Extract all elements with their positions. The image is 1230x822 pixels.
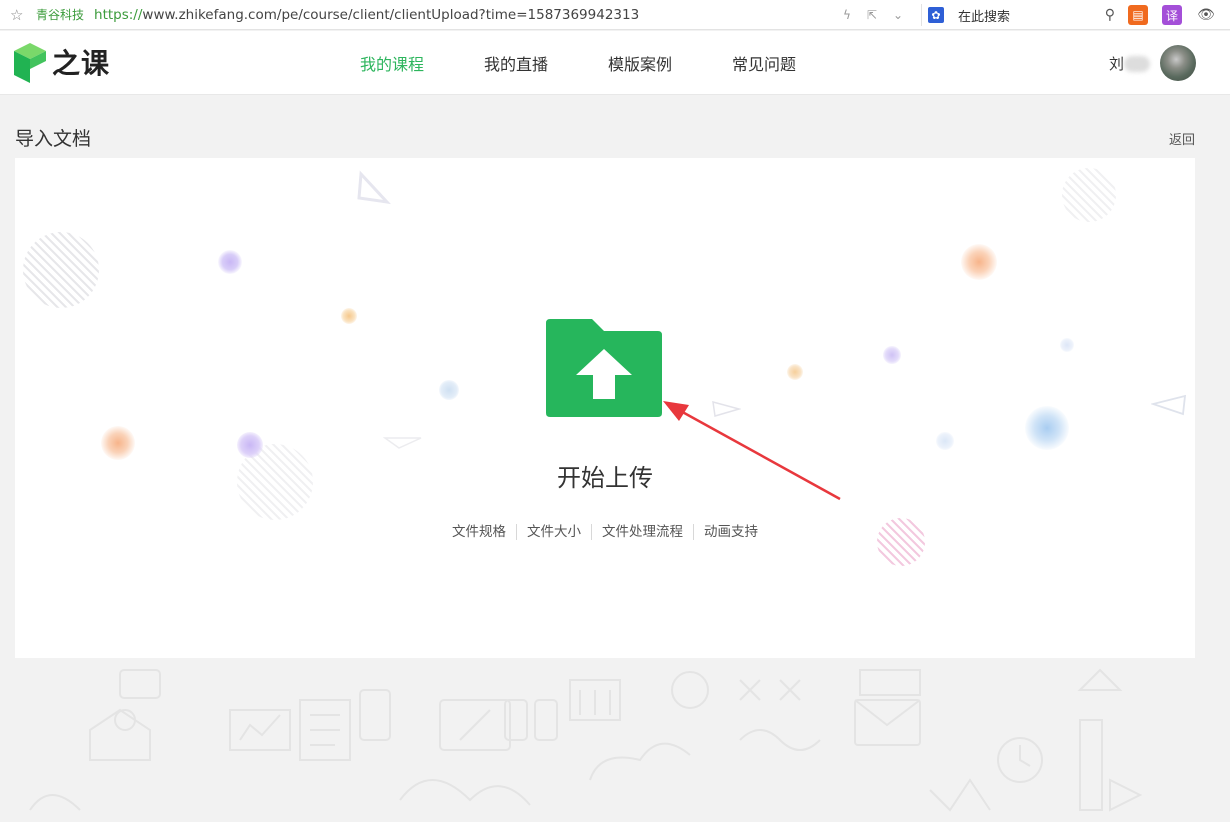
avatar[interactable] xyxy=(1160,45,1196,81)
decor-dot xyxy=(237,432,263,458)
nav-my-courses[interactable]: 我的课程 xyxy=(360,51,424,75)
decor-dot xyxy=(1060,338,1074,352)
nav-faq[interactable]: 常见问题 xyxy=(732,51,796,75)
page-title: 导入文档 xyxy=(15,128,92,150)
decor-dot xyxy=(101,426,135,460)
decor-triangle xyxy=(357,170,391,205)
back-link[interactable]: 返回 xyxy=(1169,129,1195,148)
share-icon[interactable]: ⇱ xyxy=(867,8,877,22)
app-header: 之课 我的课程 我的直播 模版案例 常见问题 刘 xyxy=(0,31,1230,95)
user-menu[interactable]: 刘 xyxy=(1109,45,1196,81)
search-placeholder: 在此搜索 xyxy=(958,9,1011,25)
decor-dot xyxy=(936,432,954,450)
name-redaction xyxy=(1124,56,1150,72)
eye-extension-icon[interactable]: 👁 xyxy=(1196,5,1216,25)
background-doodles xyxy=(29,668,1143,812)
upload-panel: 开始上传 文件规格 文件大小 文件处理流程 动画支持 xyxy=(15,158,1195,658)
decor-dot xyxy=(218,250,242,274)
search-icon[interactable]: ⚲ xyxy=(1105,7,1115,23)
browser-tools: ϟ ⇱ ⌄ ✿ 在此搜索 ⚲ ▤ 译 👁 xyxy=(835,0,1230,30)
upload-info-links: 文件规格 文件大小 文件处理流程 动画支持 xyxy=(15,524,1195,540)
url-scheme: https:// xyxy=(94,6,143,23)
decor-dot xyxy=(1025,406,1069,450)
link-file-spec[interactable]: 文件规格 xyxy=(442,524,517,540)
logo-mark-icon xyxy=(14,43,46,83)
upload-folder-icon[interactable] xyxy=(546,319,662,417)
decor-dot xyxy=(787,364,803,380)
logo-text: 之课 xyxy=(52,47,111,80)
search-box[interactable]: ✿ 在此搜索 ⚲ xyxy=(921,4,1121,26)
decor-dot xyxy=(439,380,459,400)
link-file-size[interactable]: 文件大小 xyxy=(517,524,592,540)
logo[interactable]: 之课 xyxy=(14,39,110,85)
nav-my-live[interactable]: 我的直播 xyxy=(484,51,548,75)
decor-dot xyxy=(341,308,357,324)
baidu-paw-icon[interactable]: ✿ xyxy=(928,7,944,23)
url-path: www.zhikefang.com/pe/course/client/clien… xyxy=(142,6,640,23)
decor-dot xyxy=(883,346,901,364)
chevron-down-icon[interactable]: ⌄ xyxy=(893,8,903,22)
site-label: 青谷科技 xyxy=(36,8,85,22)
main-nav: 我的课程 我的直播 模版案例 常见问题 xyxy=(360,51,856,75)
translate-extension-icon[interactable]: 译 xyxy=(1162,5,1182,25)
decor-stripe-circle xyxy=(23,232,99,308)
decor-triangle xyxy=(383,437,422,449)
news-extension-icon[interactable]: ▤ xyxy=(1128,5,1148,25)
nav-templates[interactable]: 模版案例 xyxy=(608,51,672,75)
decor-stripe-circle xyxy=(1062,168,1116,222)
decor-triangle xyxy=(1151,394,1187,416)
url-text[interactable]: https://www.zhikefang.com/pe/course/clie… xyxy=(94,7,639,23)
decor-dot xyxy=(961,244,997,280)
user-name: 刘 xyxy=(1109,53,1150,74)
link-file-process[interactable]: 文件处理流程 xyxy=(592,524,694,540)
lightning-icon[interactable]: ϟ xyxy=(843,8,851,22)
annotation-arrow xyxy=(663,401,841,501)
browser-address-bar: ☆ 青谷科技 https://www.zhikefang.com/pe/cour… xyxy=(0,0,1230,30)
user-name-text: 刘 xyxy=(1108,54,1124,73)
bookmark-star-icon[interactable]: ☆ xyxy=(10,6,32,24)
link-animation-support[interactable]: 动画支持 xyxy=(694,524,768,540)
start-upload-label[interactable]: 开始上传 xyxy=(15,458,1195,493)
